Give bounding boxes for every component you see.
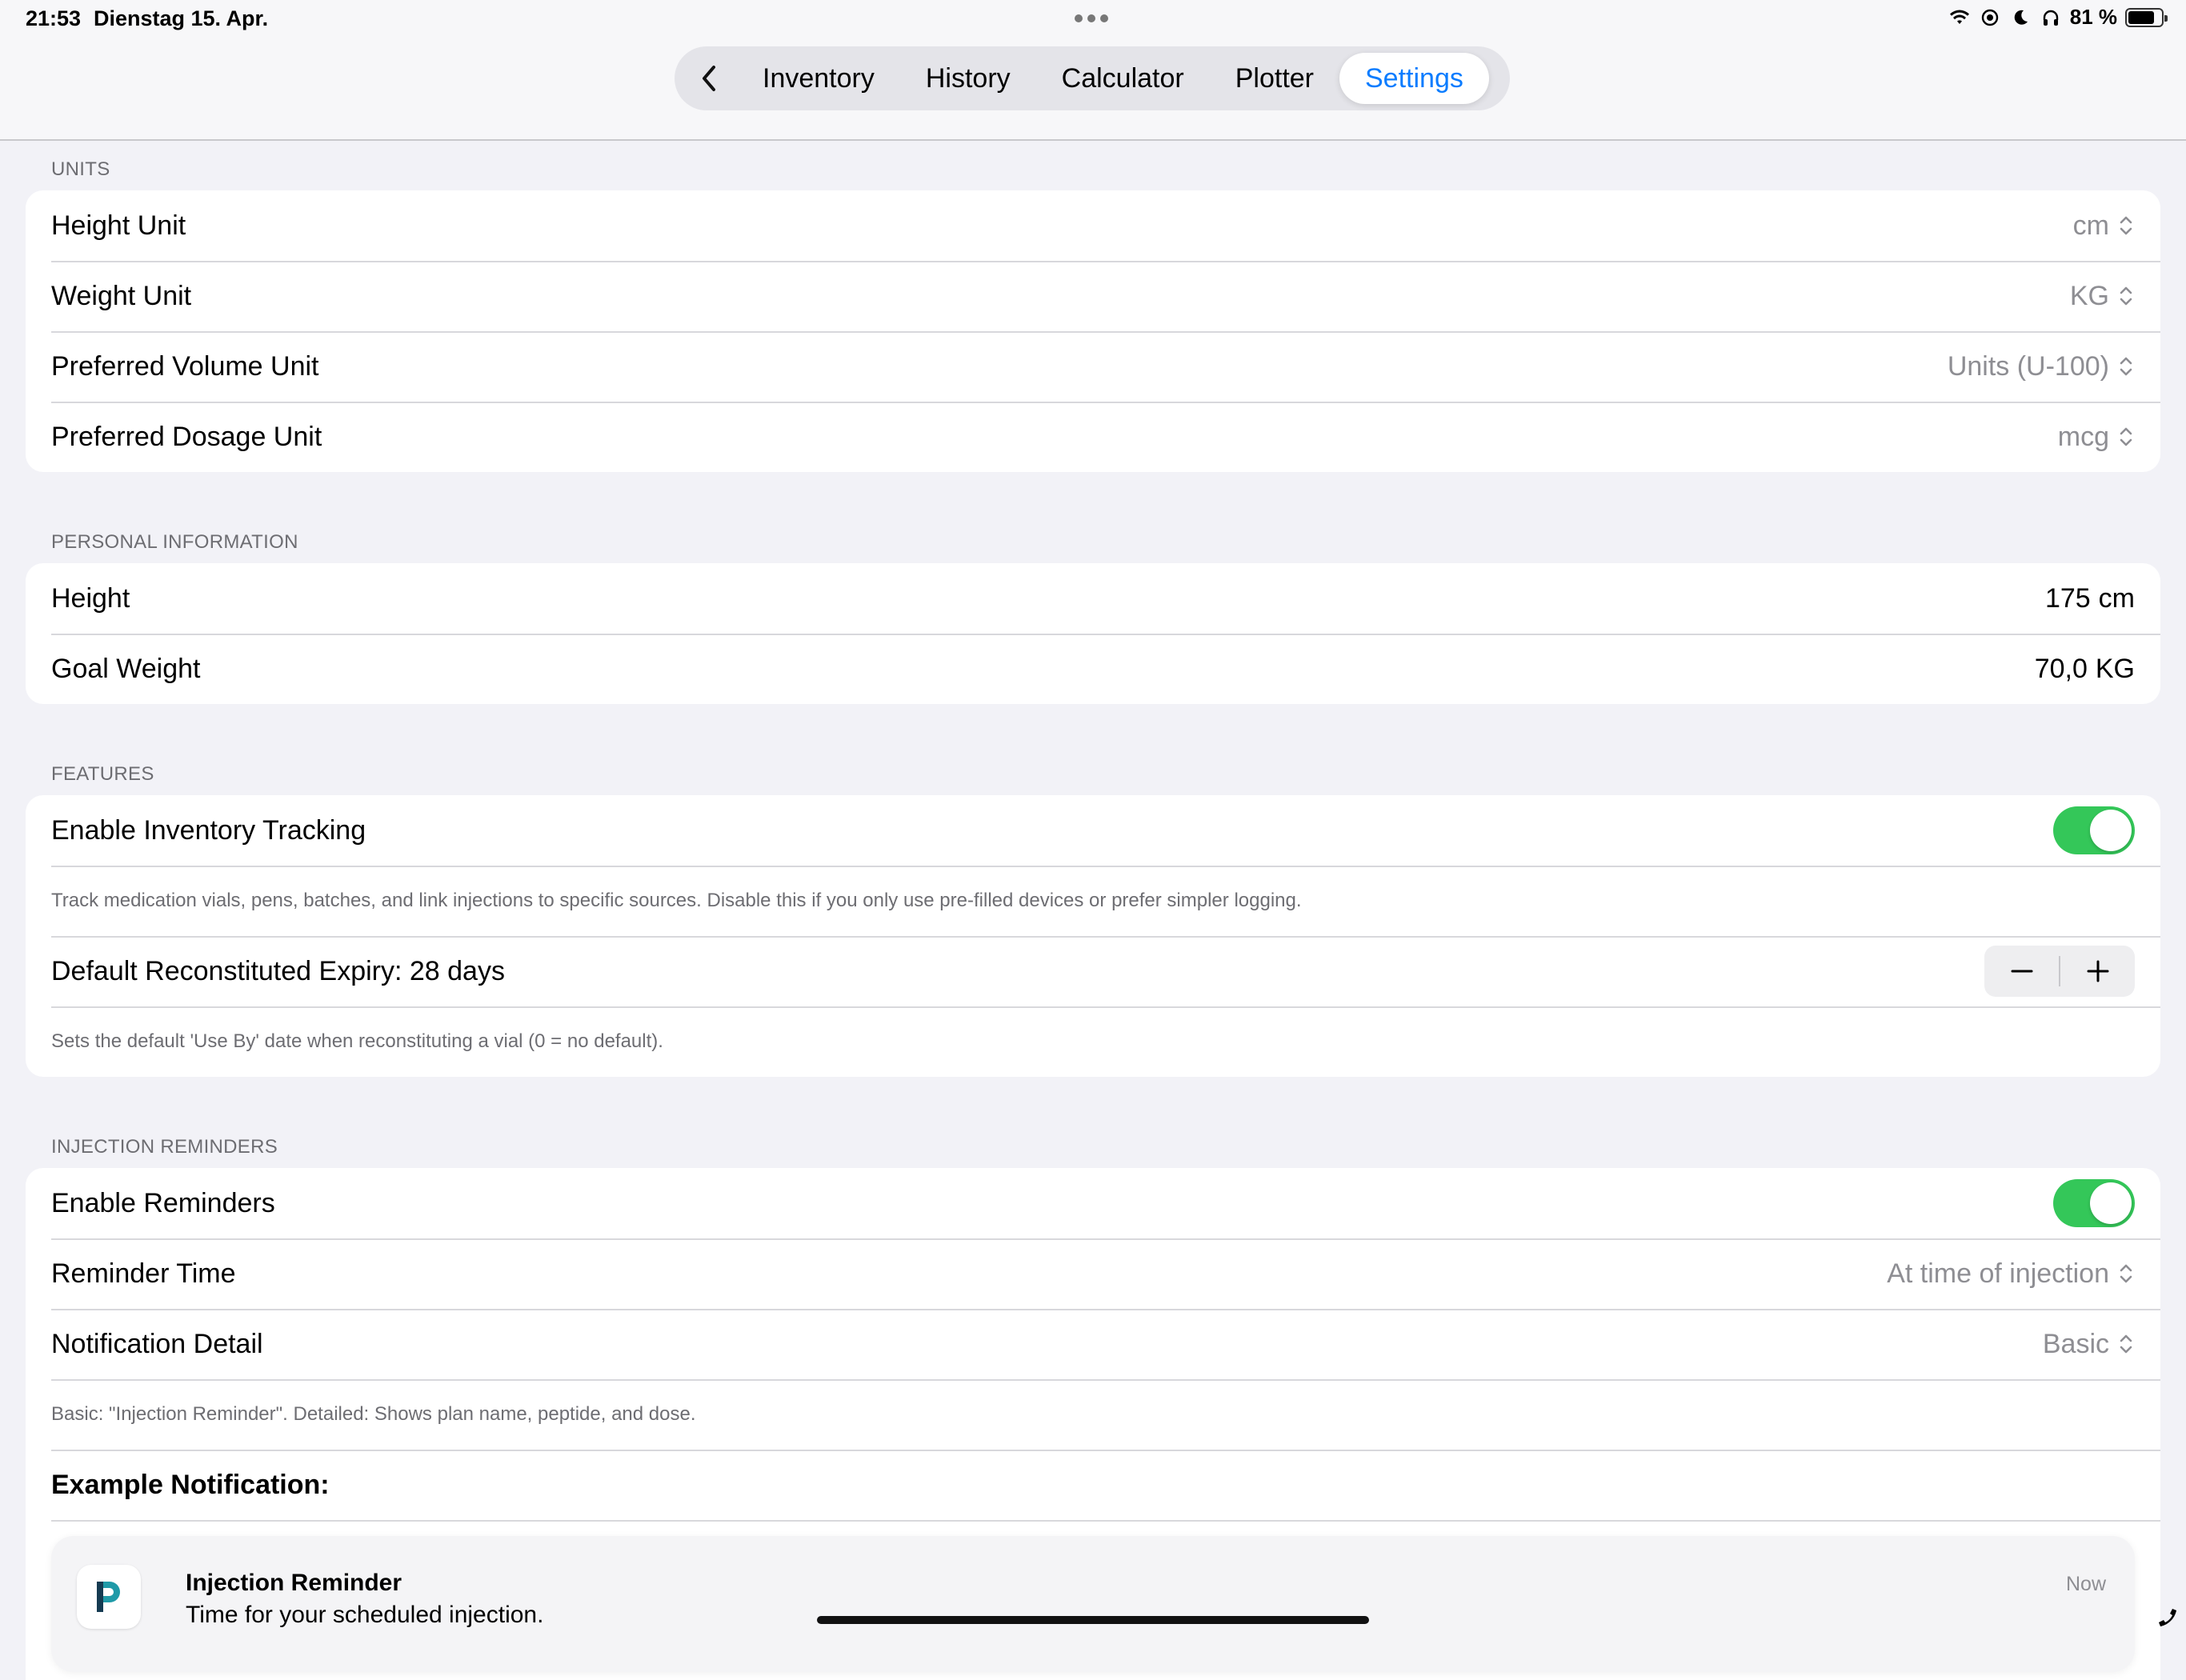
goal-weight-unit: KG [2096,654,2135,685]
home-indicator[interactable] [817,1616,1369,1624]
picker-value: Basic [2043,1329,2109,1360]
back-button[interactable] [681,53,737,104]
weight-unit-row[interactable]: Weight Unit KG [26,261,2160,331]
goal-weight-value[interactable]: 70,0 [2035,654,2088,685]
enable-reminders-row: Enable Reminders [26,1168,2160,1238]
status-time: 21:53 [26,6,81,31]
increment-button[interactable] [2060,946,2135,997]
row-label: Enable Reminders [51,1188,275,1219]
picker-value: cm [2073,210,2109,242]
personal-group: Height 175 cm Goal Weight 70,0 KG [26,563,2160,704]
picker-value: mcg [2058,422,2109,453]
inventory-tracking-note: Track medication vials, pens, batches, a… [26,866,2160,936]
chevron-up-down-icon [2117,214,2135,238]
tab-plotter[interactable]: Plotter [1210,53,1339,104]
section-header-features: FEATURES [26,704,2160,795]
row-label: Notification Detail [51,1329,263,1360]
top-bar: 21:53 Dienstag 15. Apr. 81 % Inventory H… [0,0,2186,141]
notification-body: Time for your scheduled injection. [186,1602,543,1629]
section-header-personal: PERSONAL INFORMATION [26,472,2160,563]
inventory-tracking-row: Enable Inventory Tracking [26,795,2160,866]
volume-unit-row[interactable]: Preferred Volume Unit Units (U-100) [26,331,2160,402]
tab-history[interactable]: History [900,53,1036,104]
battery-icon [2125,8,2164,27]
status-date: Dienstag 15. Apr. [94,6,268,31]
row-label: Height Unit [51,210,186,242]
height-field[interactable]: 175 cm [2045,583,2135,614]
settings-list: UNITS Height Unit cm Weight Unit KG Pref… [26,141,2160,1680]
status-icons: 81 % [1948,5,2164,30]
notification-title: Injection Reminder [186,1570,402,1597]
row-label: Enable Inventory Tracking [51,815,366,846]
expiry-stepper[interactable] [1984,946,2135,997]
headphones-icon [2040,6,2062,29]
picker-value: At time of injection [1887,1258,2109,1290]
chevron-up-down-icon [2117,425,2135,449]
height-row: Height 175 cm [26,563,2160,634]
chevron-up-down-icon [2117,354,2135,378]
row-label: Height [51,583,130,614]
location-lock-icon [1979,6,2001,29]
notification-detail-picker[interactable]: Basic [2043,1329,2135,1360]
expiry-note: Sets the default 'Use By' date when reco… [26,1006,2160,1077]
notification-detail-note: Basic: "Injection Reminder". Detailed: S… [26,1379,2160,1450]
reminder-time-row[interactable]: Reminder Time At time of injection [26,1238,2160,1309]
height-unit-picker[interactable]: cm [2073,210,2135,242]
inventory-tracking-toggle[interactable] [2053,806,2135,854]
example-notification-title: Example Notification: [26,1450,2160,1520]
row-label: Reminder Time [51,1258,236,1290]
dosage-unit-row[interactable]: Preferred Dosage Unit mcg [26,402,2160,472]
goal-weight-field[interactable]: 70,0 KG [2035,654,2135,685]
row-label: Goal Weight [51,654,200,685]
volume-unit-picker[interactable]: Units (U-100) [1948,351,2135,382]
tab-bar: Inventory History Calculator Plotter Set… [675,46,1510,110]
notification-detail-row[interactable]: Notification Detail Basic [26,1309,2160,1379]
weight-unit-picker[interactable]: KG [2070,281,2135,312]
dosage-unit-picker[interactable]: mcg [2058,422,2135,453]
chevron-left-icon [701,65,717,92]
row-label: Weight Unit [51,281,191,312]
app-icon [77,1565,141,1629]
section-header-units: UNITS [26,141,2160,190]
example-notification-wrap: Injection Reminder Time for your schedul… [26,1520,2160,1680]
section-header-reminders: INJECTION REMINDERS [26,1077,2160,1168]
multitasking-dots-icon[interactable] [1075,14,1108,22]
picker-value: Units (U-100) [1948,351,2109,382]
moon-icon [2009,6,2032,29]
height-unit-row[interactable]: Height Unit cm [26,190,2160,261]
plus-icon [2086,959,2110,983]
picker-value: KG [2070,281,2109,312]
tab-inventory[interactable]: Inventory [737,53,900,104]
chevron-up-down-icon [2117,1262,2135,1286]
row-label: Default Reconstituted Expiry: 28 days [51,956,505,987]
features-group: Enable Inventory Tracking Track medicati… [26,795,2160,1077]
height-value[interactable]: 175 [2045,583,2091,614]
chevron-up-down-icon [2117,1332,2135,1356]
row-label: Preferred Volume Unit [51,351,319,382]
battery-percent: 81 % [2070,5,2117,30]
notification-time: Now [2066,1573,2106,1596]
tab-settings[interactable]: Settings [1339,53,1489,104]
phone-icon [2156,1606,2180,1634]
row-label: Preferred Dosage Unit [51,422,322,453]
decrement-button[interactable] [1984,946,2059,997]
reminders-group: Enable Reminders Reminder Time At time o… [26,1168,2160,1680]
wifi-icon [1948,6,1971,29]
enable-reminders-toggle[interactable] [2053,1179,2135,1227]
goal-weight-row: Goal Weight 70,0 KG [26,634,2160,704]
minus-icon [2010,959,2034,983]
units-group: Height Unit cm Weight Unit KG Preferred … [26,190,2160,472]
example-notification: Injection Reminder Time for your schedul… [51,1536,2135,1672]
tab-calculator[interactable]: Calculator [1036,53,1210,104]
reminder-time-picker[interactable]: At time of injection [1887,1258,2135,1290]
chevron-up-down-icon [2117,284,2135,308]
expiry-row: Default Reconstituted Expiry: 28 days [26,936,2160,1006]
height-unit: cm [2099,583,2135,614]
